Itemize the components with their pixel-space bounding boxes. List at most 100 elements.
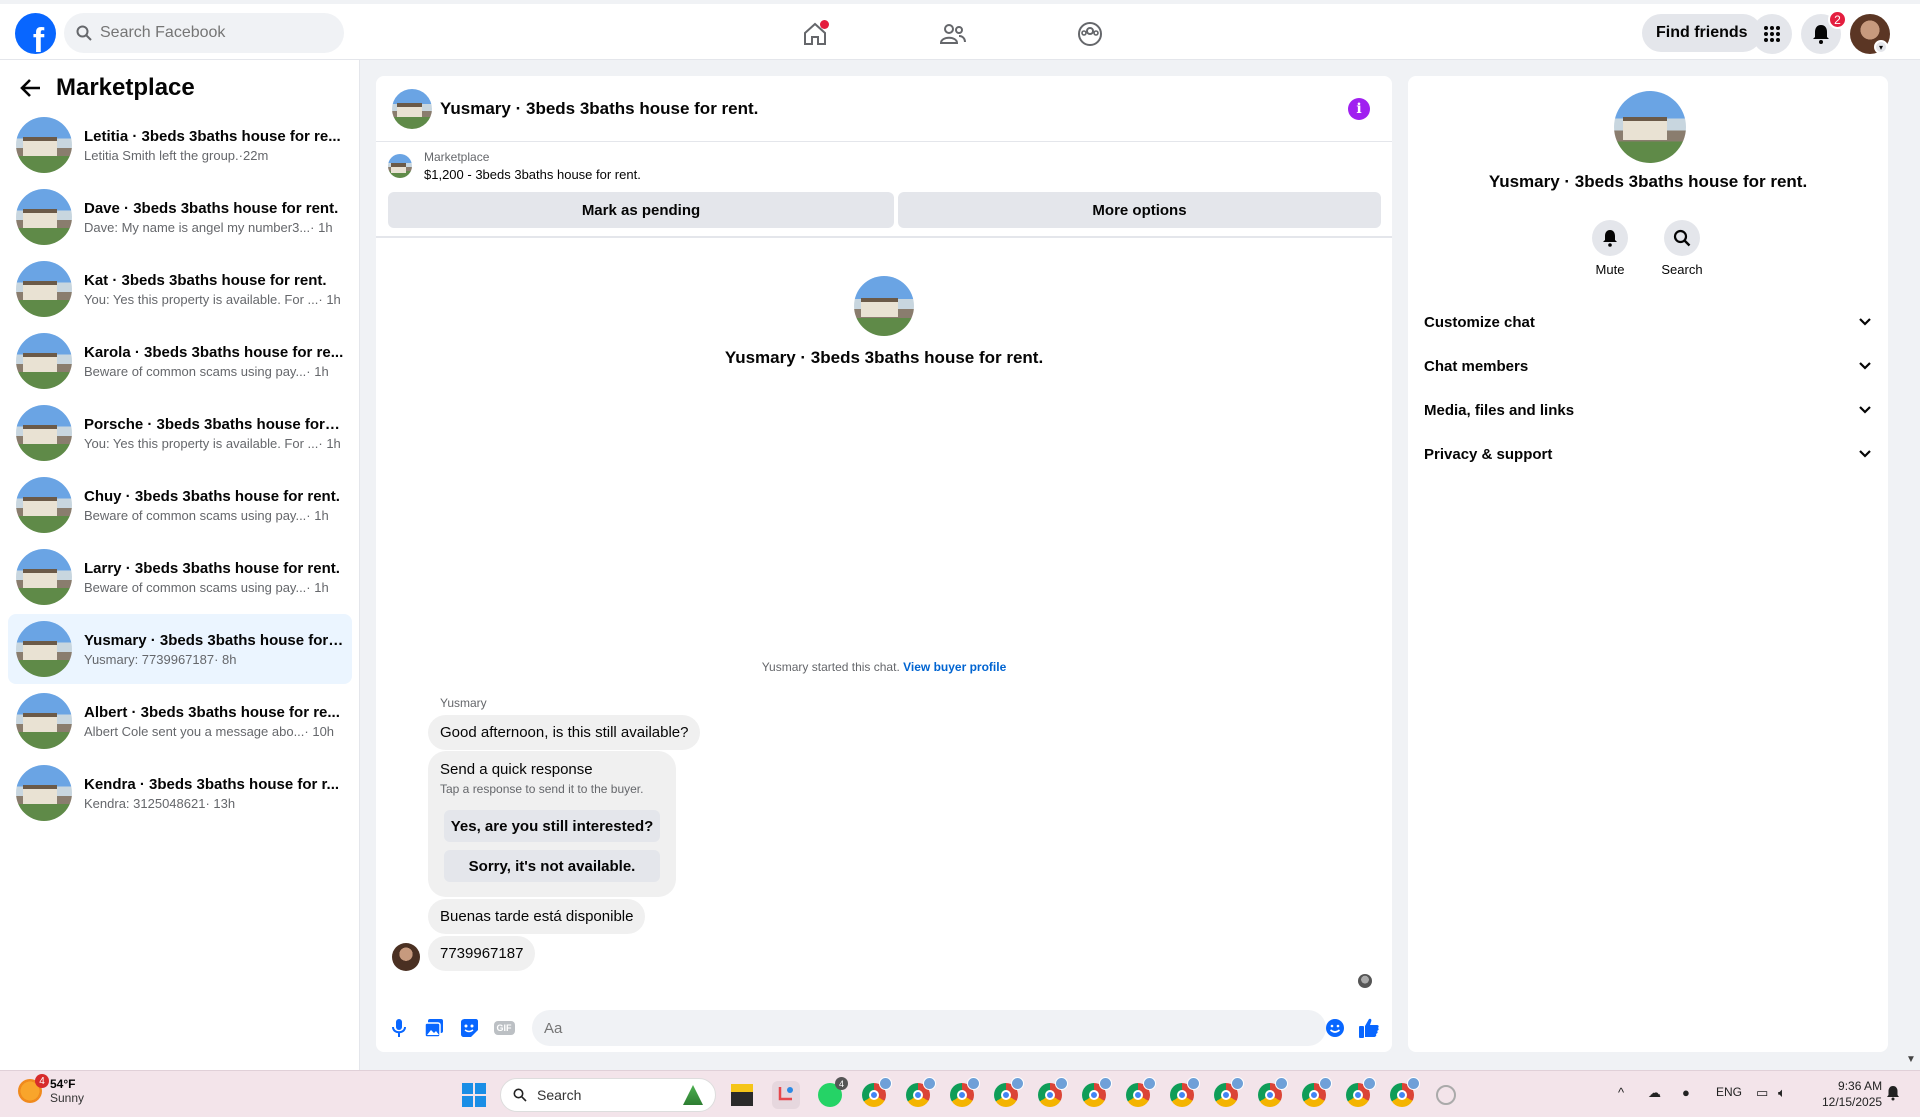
search-conversation-button[interactable]: Search	[1652, 220, 1712, 277]
listing-price[interactable]: $1,200 - 3beds 3baths house for rent.	[424, 167, 641, 182]
conversation-name: Kat · 3beds 3baths house for rent.	[84, 271, 327, 289]
chevron-down-icon	[1859, 406, 1871, 414]
network-icon[interactable]: ▭	[1756, 1085, 1768, 1101]
groups-nav-icon[interactable]	[1074, 18, 1106, 50]
clock-time: 9:36 AM	[1838, 1079, 1883, 1093]
find-friends-button[interactable]: Find friends	[1642, 14, 1762, 52]
conversation-item-selected[interactable]: Yusmary · 3beds 3baths house for ... Yusm…	[8, 614, 352, 684]
conversation-item[interactable]: Chuy · 3beds 3baths house for rent. Bewar…	[8, 470, 352, 540]
conversation-item[interactable]: Larry · 3beds 3baths house for rent. Bewa…	[8, 542, 352, 612]
whatsapp-icon[interactable]: 4	[816, 1077, 848, 1109]
message-input[interactable]	[532, 1010, 1326, 1046]
conversation-time: · 13h	[205, 795, 236, 811]
notifications-bell-icon[interactable]: 2	[1801, 10, 1847, 54]
listing-thumbnail[interactable]	[388, 154, 412, 178]
volume-icon[interactable]: 🔈︎	[1778, 1085, 1786, 1101]
sticky-notes-icon[interactable]	[728, 1081, 756, 1109]
message-composer: GIF	[376, 1002, 1392, 1052]
chrome-icon[interactable]	[1256, 1077, 1288, 1109]
conversation-time: · 1h	[318, 435, 341, 451]
sender-name: Yusmary	[440, 696, 487, 710]
fingerprint-icon[interactable]	[1432, 1081, 1460, 1109]
marketplace-inbox-sidebar: Marketplace Letitia · 3beds 3baths house…	[0, 60, 360, 1070]
chrome-icon[interactable]	[904, 1077, 936, 1109]
chrome-icon[interactable]	[1080, 1077, 1112, 1109]
conversation-item[interactable]: Letitia · 3beds 3baths house for re... Le…	[8, 110, 352, 180]
chevron-up-icon[interactable]: ^	[1618, 1085, 1624, 1100]
mute-button[interactable]: Mute	[1580, 220, 1640, 277]
chrome-icon[interactable]	[992, 1077, 1024, 1109]
quick-response-title: Send a quick response	[440, 761, 593, 778]
more-options-button[interactable]: More options	[898, 192, 1381, 228]
chevron-down-icon[interactable]: ▾	[1874, 40, 1888, 54]
section-label: Chat members	[1424, 357, 1529, 375]
conversation-time: · 1h	[306, 579, 329, 595]
customize-chat-section[interactable]: Customize chat	[1424, 300, 1872, 344]
started-text: Yusmary started this chat.	[761, 660, 900, 674]
chat-members-section[interactable]: Chat members	[1424, 344, 1872, 388]
message-bubble: Buenas tarde está disponible	[428, 899, 646, 934]
conversation-item[interactable]: Kendra · 3beds 3baths house for r... Kend…	[8, 758, 352, 828]
system-clock[interactable]: 9:36 AM 12/15/2025	[1822, 1078, 1882, 1110]
snipping-tool-icon[interactable]	[772, 1081, 800, 1109]
cloud-offline-icon[interactable]: ☁	[1648, 1085, 1661, 1101]
facebook-logo-icon[interactable]: f	[15, 13, 56, 54]
quick-reply-button[interactable]: Yes, are you still interested?	[444, 810, 660, 842]
mark-as-pending-button[interactable]: Mark as pending	[388, 192, 894, 228]
info-icon[interactable]: i	[1348, 98, 1370, 120]
quick-reply-button[interactable]: Sorry, it's not available.	[444, 850, 660, 882]
chrome-icon[interactable]	[860, 1077, 892, 1109]
conversation-preview: Yusmary: 7739967187	[84, 651, 215, 667]
conversation-name: Yusmary · 3beds 3baths house for ...	[84, 631, 344, 649]
chrome-icon[interactable]	[1300, 1077, 1332, 1109]
windows-start-icon[interactable]	[462, 1083, 486, 1107]
sticker-icon[interactable]	[458, 1017, 480, 1039]
conversation-item[interactable]: Kat · 3beds 3baths house for rent. You: Y…	[8, 254, 352, 324]
conversation-item[interactable]: Albert · 3beds 3baths house for re... Alb…	[8, 686, 352, 756]
chrome-icon[interactable]	[1212, 1077, 1244, 1109]
chat-thumbnail[interactable]	[392, 88, 432, 129]
emoji-icon[interactable]	[1324, 1017, 1346, 1039]
conversation-item[interactable]: Karola · 3beds 3baths house for re... Bew…	[8, 326, 352, 396]
conversation-time: · 1h	[306, 507, 329, 523]
language-indicator[interactable]: ENG	[1716, 1085, 1742, 1099]
gif-icon[interactable]: GIF	[493, 1017, 515, 1039]
weather-widget[interactable]: 4 54°F Sunny	[18, 1074, 84, 1105]
security-icon[interactable]: ●	[1682, 1085, 1690, 1100]
conversation-preview: You: Yes this property is available. For…	[84, 435, 319, 451]
conversation-preview: Beware of common scams using pay...	[84, 579, 307, 595]
details-thumbnail[interactable]	[1614, 91, 1686, 163]
view-buyer-profile-link[interactable]: View buyer profile	[903, 660, 1006, 674]
search-label: Search	[1661, 262, 1703, 277]
chrome-icon[interactable]	[1036, 1077, 1068, 1109]
photo-icon[interactable]	[423, 1017, 445, 1039]
sender-avatar[interactable]	[392, 943, 420, 971]
facebook-search-box[interactable]	[64, 13, 344, 53]
chrome-icon[interactable]	[1388, 1077, 1420, 1109]
scroll-down-arrow-icon[interactable]: ▼	[1906, 1054, 1916, 1065]
conversation-item[interactable]: Dave · 3beds 3baths house for rent. Dave:…	[8, 182, 352, 252]
listing-thumbnail	[16, 189, 72, 245]
chrome-icon[interactable]	[1168, 1077, 1200, 1109]
sidebar-title: Marketplace	[56, 74, 195, 101]
listing-thumbnail	[16, 477, 72, 533]
chrome-icon[interactable]	[1344, 1077, 1376, 1109]
conversation-preview: You: Yes this property is available. For…	[84, 291, 319, 307]
chrome-icon[interactable]	[948, 1077, 980, 1109]
media-files-links-section[interactable]: Media, files and links	[1424, 388, 1872, 432]
chrome-icon[interactable]	[1124, 1077, 1156, 1109]
notification-bell-icon[interactable]	[1886, 1085, 1900, 1104]
conversation-item[interactable]: Porsche · 3beds 3baths house for r... You…	[8, 398, 352, 468]
taskbar-search-box[interactable]: Search	[500, 1078, 716, 1112]
facebook-search-input[interactable]	[100, 24, 320, 42]
back-arrow-icon[interactable]	[20, 78, 42, 98]
friends-nav-icon[interactable]	[937, 18, 969, 50]
home-nav-icon[interactable]	[799, 18, 831, 50]
like-thumbs-up-icon[interactable]	[1358, 1017, 1380, 1039]
menu-grid-icon[interactable]	[1752, 14, 1792, 54]
privacy-support-section[interactable]: Privacy & support	[1424, 432, 1872, 476]
chat-profile-thumbnail[interactable]	[854, 276, 914, 336]
microphone-icon[interactable]	[388, 1017, 410, 1039]
conversation-preview: Albert Cole sent you a message abo...	[84, 723, 305, 739]
chat-title[interactable]: Yusmary · 3beds 3baths house for rent.	[440, 99, 758, 119]
